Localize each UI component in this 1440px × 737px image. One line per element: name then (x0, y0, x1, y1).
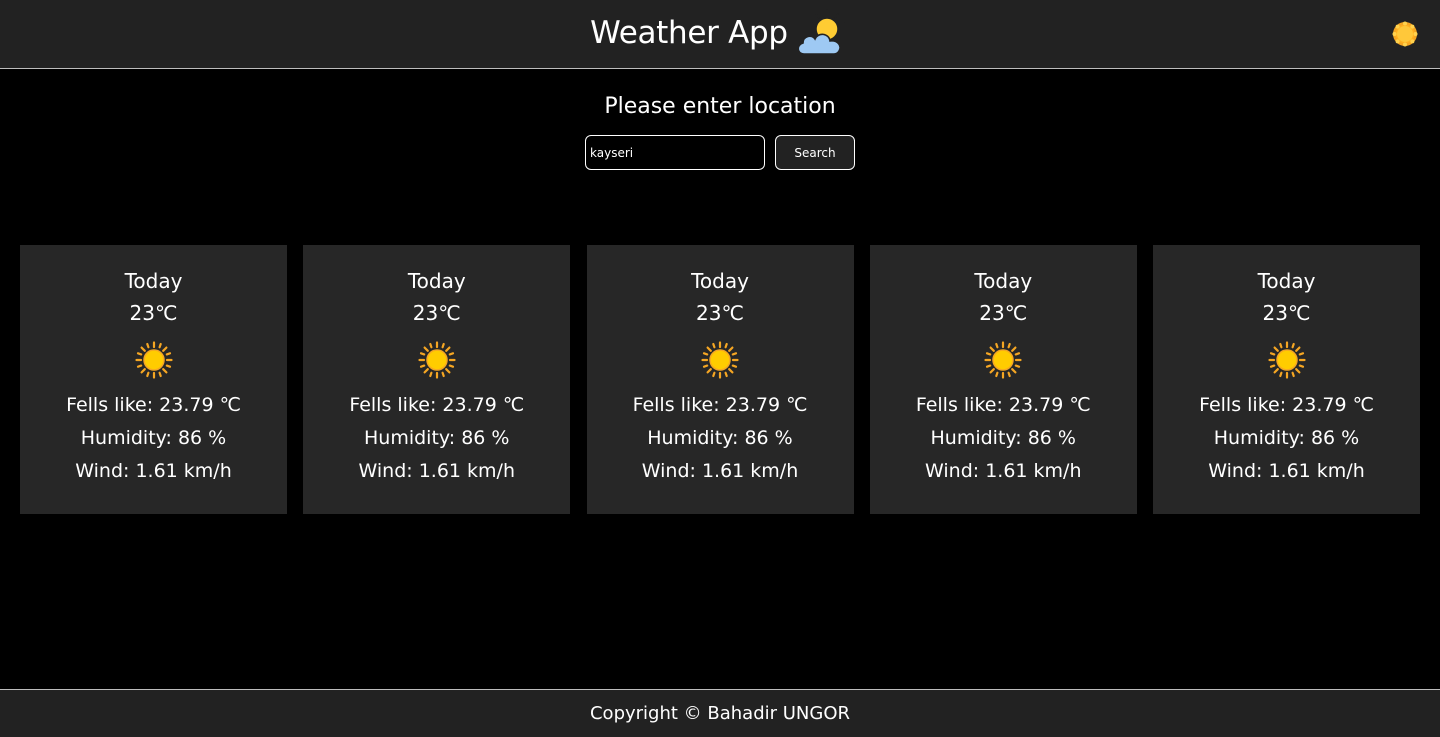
sun-icon (418, 341, 456, 379)
forecast-day: Today (691, 269, 749, 293)
forecast-card: Today 23℃ Fells like: 23.79 ℃ Humidity: … (20, 245, 287, 514)
forecast-temperature: 23℃ (696, 301, 744, 325)
copyright-text: Copyright © Bahadir UNGOR (589, 703, 851, 724)
sun-icon (1267, 341, 1306, 379)
forecast-temperature: 23℃ (412, 301, 461, 325)
search-section: Please enter location Search (0, 90, 1440, 170)
app-title: Weather App (590, 15, 788, 51)
feels-like-text: Fells like: 23.79 ℃ (1199, 394, 1374, 416)
wind-text: Wind: 1.61 km/h (925, 460, 1082, 482)
forecast-day: Today (124, 269, 183, 293)
forecast-cards: Today 23℃ Fells like: 23.79 ℃ Humidity: … (20, 245, 1420, 514)
feels-like-text: Fells like: 23.79 ℃ (915, 394, 1091, 416)
sun-icon (984, 341, 1022, 379)
humidity-text: Humidity: 86 % (930, 427, 1076, 449)
humidity-text: Humidity: 86 % (364, 427, 510, 449)
feels-like-text: Fells like: 23.79 ℃ (349, 394, 525, 416)
humidity-text: Humidity: 86 % (647, 427, 793, 449)
humidity-text: Humidity: 86 % (80, 427, 227, 449)
forecast-card: Today 23℃ Fells like: 23.79 ℃ Humidity: … (1153, 245, 1420, 514)
forecast-temperature: 23℃ (979, 301, 1028, 325)
location-prompt: Please enter location (604, 94, 836, 119)
theme-toggle-button[interactable] (1392, 21, 1418, 47)
forecast-day: Today (407, 269, 466, 293)
location-input[interactable] (585, 135, 765, 170)
sun-cloud-icon (797, 9, 845, 55)
sun-icon (134, 341, 173, 379)
wind-text: Wind: 1.61 km/h (358, 460, 516, 482)
search-row: Search (0, 135, 1440, 170)
brand: Weather App (0, 8, 1440, 58)
sun-icon (701, 341, 739, 379)
forecast-temperature: 23℃ (129, 301, 178, 325)
forecast-card: Today 23℃ Fells like: 23.79 ℃ Humidity: … (869, 245, 1137, 514)
app-header: Weather App (0, 0, 1440, 69)
forecast-day: Today (974, 269, 1033, 293)
forecast-temperature: 23℃ (1262, 301, 1311, 325)
sun-icon (1392, 21, 1418, 47)
feels-like-text: Fells like: 23.79 ℃ (66, 394, 241, 416)
forecast-card: Today 23℃ Fells like: 23.79 ℃ Humidity: … (303, 245, 571, 514)
wind-text: Wind: 1.61 km/h (1208, 460, 1365, 482)
forecast-day: Today (1257, 269, 1316, 293)
forecast-card: Today 23℃ Fells like: 23.79 ℃ Humidity: … (586, 245, 854, 514)
wind-text: Wind: 1.61 km/h (75, 460, 232, 482)
app-footer: Copyright © Bahadir UNGOR (0, 689, 1440, 737)
humidity-text: Humidity: 86 % (1213, 427, 1360, 449)
feels-like-text: Fells like: 23.79 ℃ (632, 394, 808, 416)
wind-text: Wind: 1.61 km/h (641, 460, 799, 482)
search-button[interactable]: Search (775, 135, 855, 170)
